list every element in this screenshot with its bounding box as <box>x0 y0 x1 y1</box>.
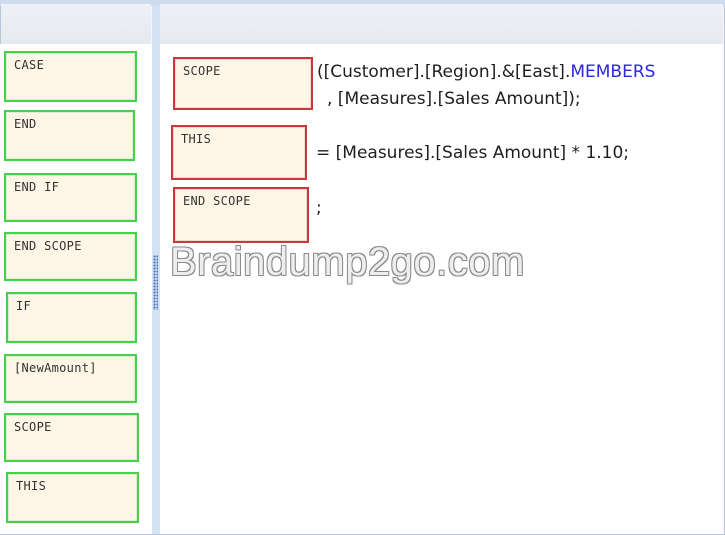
watermark: Braindump2go.com <box>170 240 525 284</box>
code-line-3: = [Measures].[Sales Amount] * 1.10; <box>316 143 630 163</box>
members-keyword: MEMBERS <box>570 62 656 82</box>
option-tile-this[interactable]: THIS <box>6 472 139 523</box>
option-tile-end-scope[interactable]: END SCOPE <box>4 232 137 281</box>
option-tile-end-if[interactable]: END IF <box>4 173 137 222</box>
splitter-grip-icon[interactable] <box>153 255 158 310</box>
options-pane-header <box>1 4 151 44</box>
answer-slot-2[interactable]: THIS <box>171 125 307 180</box>
option-tile-newamount[interactable]: [NewAmount] <box>4 354 137 403</box>
option-tile-scope[interactable]: SCOPE <box>4 413 139 462</box>
code-line-1: ([Customer].[Region].&[East].MEMBERS <box>317 62 655 82</box>
code-line-2: , [Measures].[Sales Amount]); <box>327 89 581 109</box>
option-tile-case[interactable]: CASE <box>4 51 137 102</box>
option-tile-if[interactable]: IF <box>6 292 137 343</box>
code-line-4: ; <box>316 198 322 218</box>
answer-pane <box>160 44 723 534</box>
option-tile-end[interactable]: END <box>4 110 135 161</box>
answer-slot-1[interactable]: SCOPE <box>173 57 313 110</box>
answer-slot-3[interactable]: END SCOPE <box>173 187 309 243</box>
answer-pane-header <box>160 4 723 44</box>
code-line-1-text: ([Customer].[Region].&[East]. <box>317 62 571 82</box>
